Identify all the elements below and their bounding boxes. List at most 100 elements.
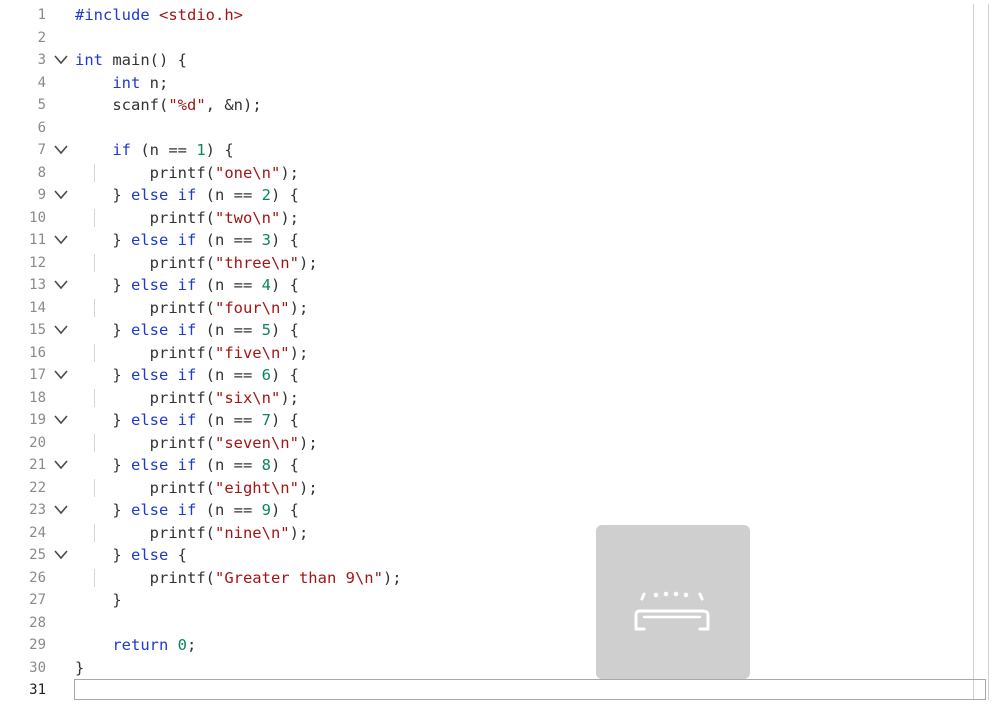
code-text: if (n == 1) { (75, 139, 233, 162)
code-line[interactable]: 1 #include <stdio.h> (0, 4, 994, 27)
line-number: 19 (29, 412, 46, 428)
code-token: else if (131, 411, 197, 429)
line-number: 1 (37, 7, 46, 23)
current-line-highlight (74, 679, 986, 700)
code-text: scanf("%d", &n); (75, 94, 261, 117)
code-token: "%d" (168, 96, 206, 114)
code-token: ); (289, 298, 309, 317)
code-line[interactable]: 16 printf("five\n"); (0, 342, 994, 365)
code-token: else if (131, 501, 197, 519)
code-token: (n == (196, 366, 262, 384)
code-line[interactable]: 9 } else if (n == 2) { (0, 184, 994, 207)
code-line[interactable]: 21 } else if (n == 8) { (0, 454, 994, 477)
code-line[interactable]: 13 } else if (n == 4) { (0, 274, 994, 297)
line-number: 13 (29, 277, 46, 293)
code-token: printf( (75, 568, 215, 587)
code-token: } (75, 501, 131, 519)
code-token: "four\n" (214, 298, 290, 317)
code-token: ); (289, 523, 309, 542)
code-line[interactable]: 2 (0, 27, 994, 50)
line-number: 23 (29, 502, 46, 518)
fold-chevron-icon[interactable] (54, 234, 68, 246)
line-number: 20 (29, 434, 46, 451)
fold-chevron-icon[interactable] (54, 504, 68, 516)
code-line[interactable]: 17 } else if (n == 6) { (0, 364, 994, 387)
code-text: #include <stdio.h> (75, 4, 243, 27)
code-text: int n; (75, 72, 168, 95)
code-token: 5 (261, 321, 271, 339)
code-token: printf( (75, 253, 215, 272)
code-editor[interactable]: 1 #include <stdio.h> 2 3 int main() {4 int n… (0, 0, 994, 704)
code-line[interactable]: 14 printf("four\n"); (0, 297, 994, 320)
line-number: 16 (29, 344, 46, 361)
code-line[interactable]: 22 printf("eight\n"); (0, 477, 994, 500)
code-token: else if (131, 456, 197, 474)
fold-chevron-icon[interactable] (54, 54, 68, 66)
code-line[interactable]: 5 scanf("%d", &n); (0, 94, 994, 117)
code-token: (n == (196, 276, 262, 294)
code-token: } (75, 186, 131, 204)
code-line[interactable]: 11 } else if (n == 3) { (0, 229, 994, 252)
code-line[interactable]: 18 printf("six\n"); (0, 387, 994, 410)
code-line[interactable]: 26 printf("Greater than 9\n"); (0, 567, 994, 590)
code-line[interactable]: 23 } else if (n == 9) { (0, 499, 994, 522)
fold-chevron-icon[interactable] (54, 414, 68, 426)
line-number: 2 (37, 29, 46, 46)
fold-chevron-icon[interactable] (54, 189, 68, 201)
code-token: if (112, 141, 131, 159)
code-line[interactable]: 4 int n; (0, 72, 994, 95)
fold-chevron-icon[interactable] (54, 549, 68, 561)
code-line[interactable]: 3 int main() { (0, 49, 994, 72)
code-line[interactable]: 27 } (0, 589, 994, 612)
code-token: "seven\n" (214, 433, 299, 452)
code-line[interactable]: 28 (0, 612, 994, 635)
code-line[interactable]: 30} (0, 657, 994, 680)
code-token: <stdio.h> (159, 6, 243, 24)
code-line[interactable]: 10 printf("two\n"); (0, 207, 994, 230)
fold-chevron-icon[interactable] (54, 459, 68, 471)
fold-chevron-icon[interactable] (54, 324, 68, 336)
code-text: printf("two\n"); (75, 207, 299, 230)
code-token: int (75, 51, 103, 69)
code-text: return 0; (75, 634, 196, 657)
code-line[interactable]: 6 (0, 117, 994, 140)
fold-chevron-icon[interactable] (54, 144, 68, 156)
fold-chevron-icon[interactable] (54, 369, 68, 381)
code-token: 3 (261, 231, 271, 249)
line-number: 18 (29, 389, 46, 406)
line-number: 31 (29, 682, 46, 698)
code-text: } else if (n == 6) { (75, 364, 299, 387)
line-number: 21 (29, 457, 46, 473)
code-token: ) { (271, 456, 299, 474)
line-number: 11 (29, 232, 46, 248)
code-text: printf("nine\n"); (75, 522, 309, 545)
code-line[interactable]: 25 } else { (0, 544, 994, 567)
line-number: 7 (37, 142, 46, 158)
editor-right-edge (973, 4, 974, 700)
fold-chevron-icon[interactable] (54, 279, 68, 291)
code-line[interactable]: 7 if (n == 1) { (0, 139, 994, 162)
code-line[interactable]: 20 printf("seven\n"); (0, 432, 994, 455)
code-line[interactable]: 29 return 0; (0, 634, 994, 657)
code-line[interactable]: 24 printf("nine\n"); (0, 522, 994, 545)
code-token: } (75, 231, 131, 249)
code-token: scanf( (75, 96, 169, 114)
code-token: ); (289, 343, 309, 362)
code-line[interactable]: 19 } else if (n == 7) { (0, 409, 994, 432)
code-line[interactable]: 8 printf("one\n"); (0, 162, 994, 185)
code-line[interactable]: 12 printf("three\n"); (0, 252, 994, 275)
keyboard-toggle-button[interactable] (596, 525, 750, 679)
code-token: printf( (75, 208, 215, 227)
line-number: 25 (29, 547, 46, 563)
indent-guide (94, 343, 95, 362)
code-token: else if (131, 231, 197, 249)
line-number: 3 (37, 52, 46, 68)
code-text: int main() { (75, 49, 187, 72)
code-token: 6 (261, 366, 271, 384)
code-text: } else if (n == 7) { (75, 409, 299, 432)
code-token: (n == (196, 186, 262, 204)
code-line[interactable]: 15 } else if (n == 5) { (0, 319, 994, 342)
line-number: 8 (37, 164, 46, 181)
code-token: } (75, 366, 131, 384)
